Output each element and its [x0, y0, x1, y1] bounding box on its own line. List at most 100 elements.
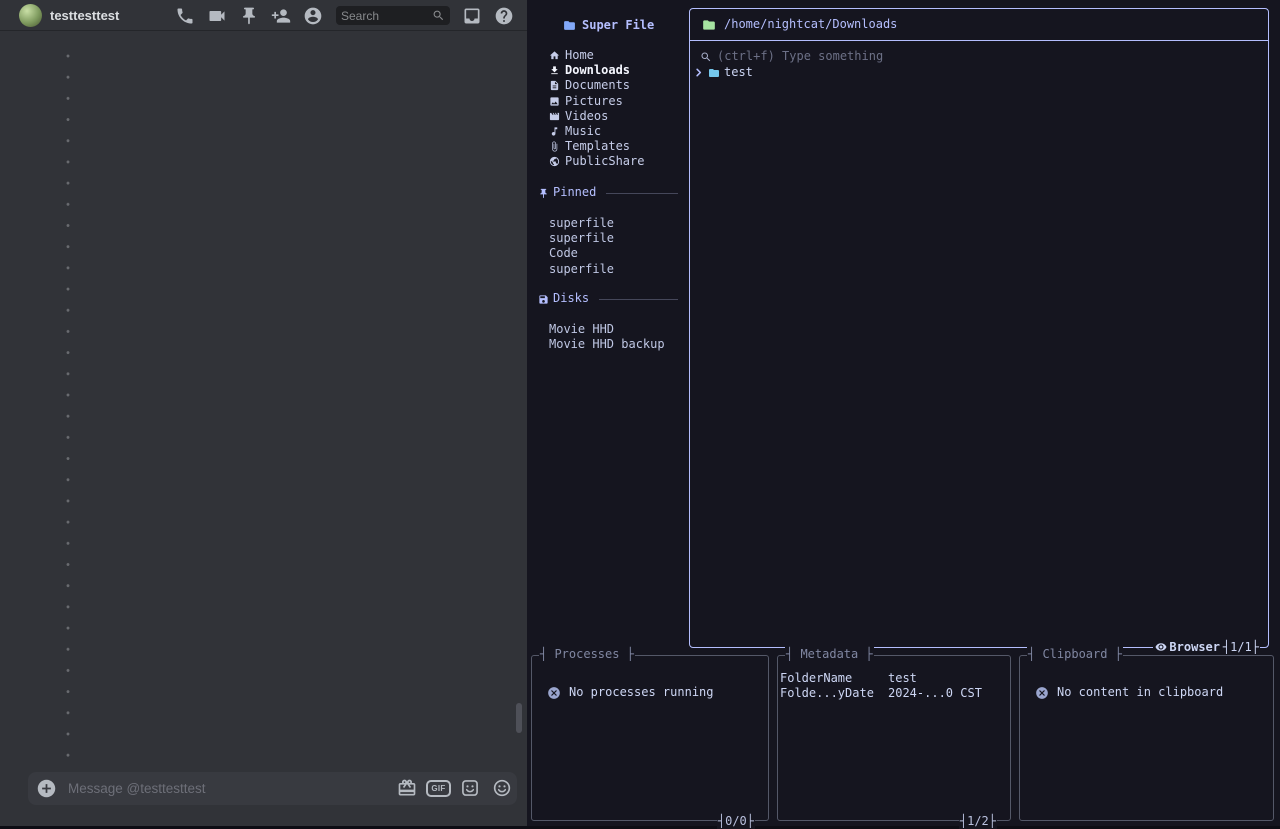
path-bar: /home/nightcat/Downloads: [690, 9, 1268, 41]
file-search-input[interactable]: (ctrl+f) Type something: [700, 49, 1260, 64]
sidebar-item-pictures[interactable]: Pictures: [549, 94, 685, 109]
pinned-section-header: Pinned: [538, 186, 678, 200]
search-icon: [432, 9, 445, 22]
pin-icon: [538, 188, 549, 199]
current-path: /home/nightcat/Downloads: [724, 17, 897, 32]
file-panel: /home/nightcat/Downloads (ctrl+f) Type s…: [689, 8, 1269, 648]
disks-section-header: Disks: [538, 292, 678, 306]
metadata-table: FolderName test Folde...yDate 2024-...0 …: [780, 671, 1008, 701]
user-profile-icon: [303, 6, 323, 26]
superfile-app: Super File Home Downloads Documents Pict…: [527, 0, 1280, 826]
chat-app: testtesttest Search Message @testtesttes…: [0, 0, 527, 826]
video-call-button[interactable]: [206, 5, 228, 27]
inbox-icon: [462, 6, 482, 26]
inbox-button[interactable]: [461, 5, 483, 27]
disk-item[interactable]: Movie HHD: [549, 322, 685, 337]
disk-icon: [538, 294, 549, 305]
x-circle-icon: [547, 686, 561, 700]
panel-page-counter: ┤1/1├: [1222, 640, 1260, 655]
emoji-button[interactable]: [492, 778, 512, 798]
music-note-icon: [549, 126, 560, 137]
sidebar-item-videos[interactable]: Videos: [549, 109, 685, 124]
folder-icon: [702, 18, 716, 32]
metadata-key: FolderName: [780, 671, 888, 686]
metadata-value: test: [888, 671, 1008, 686]
sidebar-item-music[interactable]: Music: [549, 124, 685, 139]
clipboard-empty-state: No content in clipboard: [1035, 685, 1273, 700]
clipboard-panel-title: ┤ Clipboard ├: [1027, 647, 1123, 662]
help-button[interactable]: [493, 5, 515, 27]
add-friend-icon: [271, 6, 291, 26]
gift-icon: [397, 778, 417, 798]
sidebar-item-publicshare[interactable]: PublicShare: [549, 154, 685, 169]
film-icon: [549, 111, 560, 122]
sidebar: Super File Home Downloads Documents Pict…: [527, 0, 689, 650]
help-icon: [494, 6, 514, 26]
sticker-icon: [460, 778, 480, 798]
phone-icon: [175, 6, 195, 26]
message-composer: Message @testtesttest GIF: [28, 772, 517, 805]
sidebar-item-downloads[interactable]: Downloads: [549, 63, 685, 78]
globe-icon: [549, 156, 560, 167]
divider-line: [606, 193, 678, 194]
chat-header: testtesttest Search: [0, 0, 527, 31]
search-icon: [700, 51, 712, 63]
app-title: Super File: [563, 18, 654, 33]
metadata-key: Folde...yDate: [780, 686, 888, 701]
user-avatar[interactable]: [19, 4, 42, 27]
attach-button[interactable]: [36, 778, 57, 799]
video-camera-icon: [207, 6, 227, 26]
processes-empty-state: No processes running: [547, 685, 768, 700]
chat-scrollbar[interactable]: [516, 703, 522, 733]
app-title-text: Super File: [582, 18, 654, 33]
sticker-button[interactable]: [460, 778, 480, 798]
image-icon: [549, 96, 560, 107]
download-icon: [549, 65, 560, 76]
folder-icon: [708, 67, 720, 79]
file-row[interactable]: test: [693, 65, 1264, 80]
pinned-messages-button[interactable]: [238, 5, 260, 27]
paperclip-icon: [549, 141, 560, 152]
pin-icon: [239, 6, 259, 26]
x-circle-icon: [1035, 686, 1049, 700]
add-friends-button[interactable]: [270, 5, 292, 27]
document-icon: [549, 80, 560, 91]
redacted-message-dots: [66, 52, 70, 758]
metadata-panel-title: ┤ Metadata ├: [785, 647, 874, 662]
processes-panel-title: ┤ Processes ├: [539, 647, 635, 662]
pinned-item[interactable]: superfile: [549, 231, 685, 246]
panel-mode-badge: Browser: [1153, 640, 1222, 655]
file-name: test: [724, 65, 753, 80]
clipboard-panel: ┤ Clipboard ├ No content in clipboard: [1019, 655, 1274, 821]
pinned-list: superfile superfile Code superfile: [549, 216, 685, 277]
disk-item[interactable]: Movie HHD backup: [549, 337, 685, 352]
plus-circle-icon: [36, 778, 57, 799]
eye-icon: [1155, 641, 1167, 653]
cursor-chevron-icon: [693, 67, 704, 78]
user-profile-button[interactable]: [302, 5, 324, 27]
pinned-item[interactable]: Code: [549, 246, 685, 261]
sidebar-item-documents[interactable]: Documents: [549, 78, 685, 93]
file-search-placeholder: (ctrl+f) Type something: [717, 49, 883, 64]
sidebar-nav: Home Downloads Documents Pictures Videos…: [549, 48, 685, 170]
message-input[interactable]: Message @testtesttest: [68, 772, 206, 805]
divider-line: [599, 299, 678, 300]
metadata-value: 2024-...0 CST: [888, 686, 1008, 701]
chat-messages-area[interactable]: [0, 31, 527, 772]
pinned-item[interactable]: superfile: [549, 216, 685, 231]
gif-picker-button[interactable]: GIF: [426, 780, 451, 797]
sidebar-item-home[interactable]: Home: [549, 48, 685, 63]
app-logo-folder-icon: [563, 19, 576, 32]
home-icon: [549, 50, 560, 61]
processes-panel: ┤ Processes ├ No processes running ┤0/0├: [531, 655, 769, 821]
search-input[interactable]: Search: [336, 6, 450, 25]
pinned-item[interactable]: superfile: [549, 262, 685, 277]
emoji-icon: [492, 778, 512, 798]
voice-call-button[interactable]: [174, 5, 196, 27]
sidebar-item-templates[interactable]: Templates: [549, 139, 685, 154]
disks-list: Movie HHD Movie HHD backup: [549, 322, 685, 352]
processes-counter: ┤0/0├: [717, 814, 755, 829]
gift-button[interactable]: [397, 778, 417, 798]
search-placeholder: Search: [341, 9, 432, 23]
metadata-counter: ┤1/2├: [959, 814, 997, 829]
